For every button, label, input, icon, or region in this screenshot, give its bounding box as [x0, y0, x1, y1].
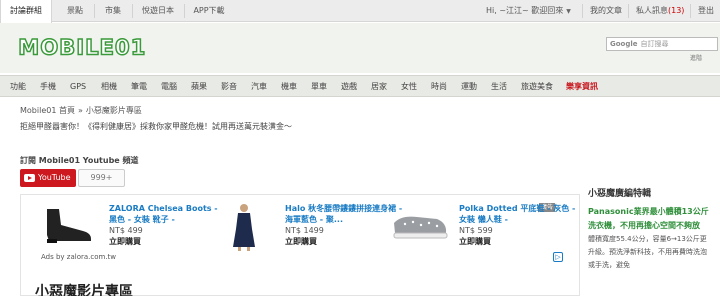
breadcrumb-arrow: »: [77, 106, 83, 115]
ad-item-shoes[interactable]: Polka Dotted 平底鞋 - 灰色 - 女裝 懶人鞋 - NT$ 599…: [459, 203, 577, 248]
mobile01-logo[interactable]: MOBILE01: [12, 35, 172, 59]
sidebar-article-desc: 體積寬度55.4公分，容量6→13公斤更升級。預洗淨新科技，不用再費時洗泡或手洗…: [588, 235, 707, 269]
youtube-button-label: YouTube: [38, 173, 71, 182]
tab-attractions[interactable]: 景點: [58, 0, 92, 22]
advanced-search-link[interactable]: 進階: [690, 53, 702, 62]
search-input[interactable]: Google 自訂搜尋: [606, 37, 718, 51]
ad-item-boots[interactable]: ZALORA Chelsea Boots - 黑色 - 女裝 靴子 - NT$ …: [109, 203, 227, 248]
tab-forum[interactable]: 討論群組: [0, 0, 52, 23]
nav-item[interactable]: 手機: [40, 76, 56, 97]
subscribe-heading: 訂閱 Mobile01 Youtube 頻道: [20, 156, 139, 165]
ad-title: Polka Dotted 平底鞋 - 灰色 - 女裝 懶人鞋 -: [459, 204, 576, 224]
search-placeholder: 自訂搜尋: [640, 40, 669, 48]
nav-item[interactable]: 遊戲: [341, 76, 357, 97]
logout-link[interactable]: 登出: [698, 0, 714, 22]
ad-price: NT$ 499: [109, 226, 143, 235]
category-nav: 功能 手機 GPS 相機 筆電 電腦 蘋果 影音 汽車 機車 單車 遊戲 居家 …: [0, 75, 720, 97]
youtube-play-icon: [24, 174, 35, 182]
google-brand: Google: [610, 40, 638, 48]
nav-item[interactable]: 汽車: [251, 76, 267, 97]
nav-item[interactable]: 筆電: [131, 76, 147, 97]
adchoices-icon[interactable]: ▷: [553, 252, 563, 262]
nav-item[interactable]: 影音: [221, 76, 237, 97]
page-title: 小惡魔影片專區: [35, 284, 133, 296]
buy-now-link[interactable]: 立即購買: [459, 236, 577, 248]
buy-now-link[interactable]: 立即購買: [285, 236, 403, 248]
nav-item[interactable]: 單車: [311, 76, 327, 97]
breadcrumb: Mobile01 首頁» 小惡魔影片專區: [20, 105, 142, 116]
link-separator: [582, 4, 583, 18]
ad-item-dress[interactable]: Halo 秋冬腰帶鏤鏤拼接連身裙 - 海軍藍色 - 聚... NT$ 1499 …: [285, 203, 403, 248]
nav-item[interactable]: 旅遊美食: [521, 76, 553, 97]
nav-item[interactable]: 運動: [461, 76, 477, 97]
greeting-text: Hi, ~江江~ 歡迎回來: [486, 6, 564, 15]
nav-item[interactable]: 女性: [401, 76, 417, 97]
link-separator: [628, 4, 629, 18]
subscriber-count: 999+: [78, 169, 125, 187]
breadcrumb-home[interactable]: Mobile01 首頁: [20, 106, 75, 115]
nav-item[interactable]: 相機: [101, 76, 117, 97]
nav-item[interactable]: 居家: [371, 76, 387, 97]
ad-title: ZALORA Chelsea Boots - 黑色 - 女裝 靴子 -: [109, 204, 218, 224]
nav-item[interactable]: 電腦: [161, 76, 177, 97]
site-header: MOBILE01 Google 自訂搜尋 進階: [0, 23, 720, 73]
sidebar-featured: 小惡魔廣編特輯 Panasonic業界最小體積13公斤洗衣機，不用再擔心空間不夠…: [588, 186, 720, 272]
logo-text: MOBILE01: [18, 35, 146, 59]
dress-image[interactable]: [229, 203, 259, 251]
ad-title: Halo 秋冬腰帶鏤鏤拼接連身裙 - 海軍藍色 - 聚...: [285, 204, 403, 224]
ads-by-source[interactable]: Ads by zalora.com.tw: [41, 253, 116, 261]
messages-count-badge: (13): [668, 6, 685, 15]
promo-link[interactable]: 拒絕甲醛囂害你！《得利健康居》採救你家甲醛危機！試用再送萬元裝潢金～: [20, 121, 292, 132]
tab-market[interactable]: 市集: [96, 0, 130, 22]
nav-item[interactable]: 功能: [10, 76, 26, 97]
ad-price: NT$ 1499: [285, 226, 324, 235]
link-separator: [690, 4, 691, 18]
buy-now-link[interactable]: 立即購買: [109, 236, 227, 248]
tab-separator: [94, 4, 95, 18]
nav-item[interactable]: 生活: [491, 76, 507, 97]
ad-price: NT$ 599: [459, 226, 493, 235]
messages-label: 私人訊息: [636, 6, 668, 15]
my-articles-link[interactable]: 我的文章: [590, 0, 622, 22]
nav-item[interactable]: 時尚: [431, 76, 447, 97]
sidebar-article-title[interactable]: Panasonic業界最小體積13公斤洗衣機，不用再擔心空間不夠放: [588, 205, 712, 233]
sidebar-heading: 小惡魔廣編特輯: [588, 189, 652, 199]
boot-image[interactable]: [39, 205, 95, 245]
nav-item[interactable]: 蘋果: [191, 76, 207, 97]
user-greeting[interactable]: Hi, ~江江~ 歡迎回來 ▼: [486, 0, 571, 22]
shoe-image[interactable]: [391, 209, 449, 243]
tab-app-download[interactable]: APP下載: [186, 0, 232, 22]
nav-item[interactable]: 機車: [281, 76, 297, 97]
youtube-button[interactable]: YouTube: [20, 169, 76, 187]
breadcrumb-current[interactable]: 小惡魔影片專區: [86, 106, 142, 115]
nav-item[interactable]: GPS: [70, 76, 86, 97]
tab-separator: [132, 4, 133, 18]
top-bar: 討論群組 景點 市集 悅遊日本 APP下載 Hi, ~江江~ 歡迎回來 ▼ 我的文…: [0, 0, 720, 23]
nav-item-hot[interactable]: 樂享資訊: [566, 76, 598, 97]
chevron-down-icon: ▼: [566, 8, 571, 15]
tab-separator: [184, 4, 185, 18]
private-messages-link[interactable]: 私人訊息(13): [636, 0, 684, 22]
ad-box: 廣告 ZALORA Chelsea Boots - 黑色 - 女裝 靴子 - N…: [20, 194, 580, 296]
tab-japan[interactable]: 悅遊日本: [134, 0, 182, 22]
